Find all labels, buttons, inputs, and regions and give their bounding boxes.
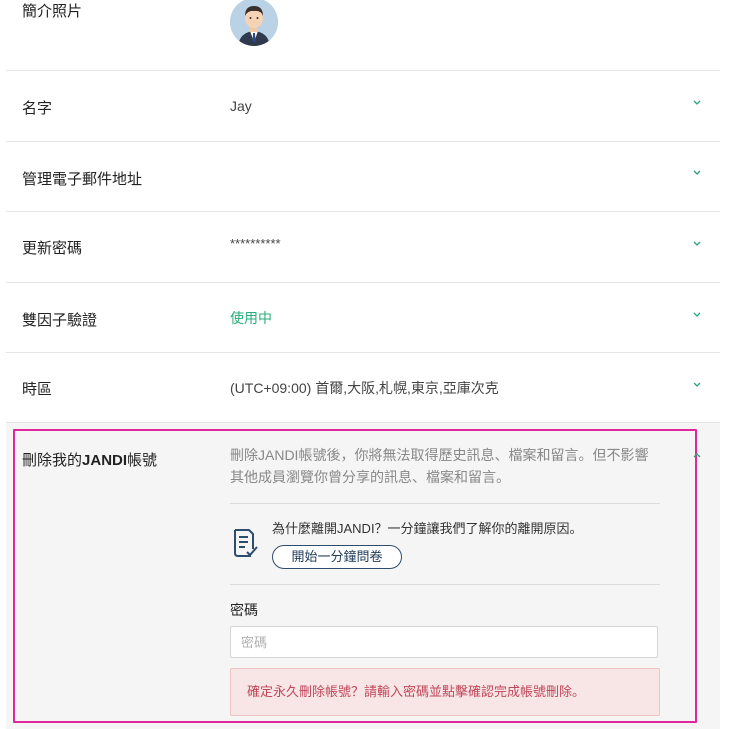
timezone-label: 時區 (22, 381, 53, 398)
chevron-down-icon[interactable] (692, 238, 702, 248)
chevron-down-icon[interactable] (692, 379, 702, 389)
chevron-up-icon[interactable] (692, 451, 702, 461)
chevron-down-icon[interactable] (692, 309, 702, 319)
two-factor-row[interactable]: 雙因子驗證 使用中 (6, 283, 720, 353)
two-factor-label: 雙因子驗證 (22, 312, 98, 329)
timezone-value: (UTC+09:00) 首爾,大阪,札幌,東京,亞庫次克 (230, 380, 499, 396)
email-label: 管理電子郵件地址 (22, 171, 143, 188)
password-value: ********** (230, 236, 281, 251)
avatar[interactable] (230, 0, 278, 46)
profile-photo-row: 簡介照片 (6, 0, 720, 71)
name-label: 名字 (22, 100, 53, 117)
two-factor-status: 使用中 (230, 310, 272, 326)
delete-password-input[interactable] (230, 626, 658, 658)
delete-confirm-warning: 確定永久刪除帳號？請輸入密碼並點擊確認完成帳號刪除。 (230, 668, 660, 716)
email-row[interactable]: 管理電子郵件地址 (6, 142, 720, 212)
password-row[interactable]: 更新密碼 ********** (6, 212, 720, 283)
survey-prompt: 為什麼離開JANDI？一分鐘讓我們了解你的離開原因。 (272, 521, 583, 536)
name-value: Jay (230, 98, 252, 114)
delete-label-suffix: 帳號 (127, 452, 158, 469)
name-row[interactable]: 名字 Jay (6, 71, 720, 142)
delete-description: 刪除JANDI帳號後，你將無法取得歷史訊息、檔案和留言。但不影響其他成員瀏覽你曾… (230, 447, 649, 485)
profile-photo-label: 簡介照片 (22, 3, 83, 20)
delete-account-label: 刪除我的JANDI帳號 (22, 449, 157, 470)
divider (230, 503, 660, 504)
delete-label-brand: JANDI (82, 452, 128, 469)
chevron-down-icon[interactable] (692, 97, 702, 107)
start-survey-button[interactable]: 開始一分鐘問卷 (272, 545, 402, 569)
chevron-down-icon[interactable] (692, 167, 702, 177)
divider (230, 584, 660, 585)
survey-document-icon (231, 527, 259, 559)
timezone-row[interactable]: 時區 (UTC+09:00) 首爾,大阪,札幌,東京,亞庫次克 (6, 353, 720, 423)
password-label: 更新密碼 (22, 240, 83, 257)
delete-password-label: 密碼 (230, 602, 258, 618)
delete-label-prefix: 刪除我的 (22, 452, 83, 469)
